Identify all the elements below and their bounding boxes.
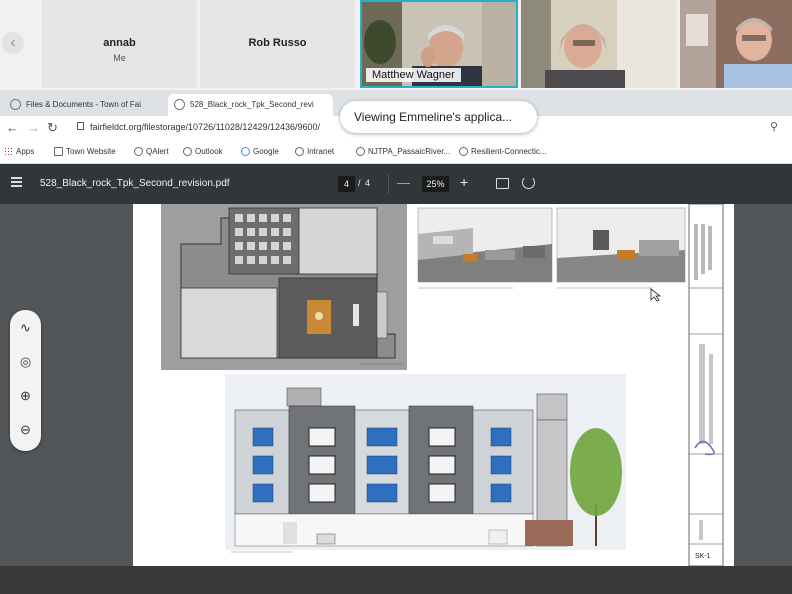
drawing-title-block: SK-1: [688, 204, 724, 566]
bookmark-label: Apps: [16, 147, 35, 156]
url-field[interactable]: fairfieldct.org/filestorage/10726/11028/…: [90, 122, 320, 132]
screen-share-indicator: Viewing Emmeline's applica...: [340, 101, 537, 133]
bookmark-label: Intranet: [307, 147, 335, 156]
participant-video-active-speaker[interactable]: Matthew Wagner: [360, 0, 518, 88]
bookmarks-bar: Apps Town Website QAlert Outlook Google …: [0, 140, 792, 164]
bookmark-google[interactable]: Google: [241, 147, 279, 156]
bookmark-outlook[interactable]: Outlook: [183, 147, 223, 156]
bookmark-apps[interactable]: Apps: [4, 147, 34, 156]
participant-name: Rob Russo: [248, 37, 307, 49]
pdf-page: SK-1: [133, 204, 734, 566]
zoom-level-input[interactable]: 25%: [422, 176, 449, 192]
page-separator: /: [358, 178, 361, 188]
bookmark-label: Google: [253, 147, 279, 156]
meeting-participant-strip: ‹ annab Me Rob Russo Matthew Wagner: [0, 0, 792, 90]
menu-icon[interactable]: [11, 177, 22, 187]
bookmark-label: Town Website: [66, 147, 116, 156]
active-speaker-caption: Matthew Wagner: [366, 68, 461, 82]
bookmark-label: Outlook: [195, 147, 223, 156]
previous-participants-button[interactable]: ‹: [2, 32, 24, 54]
site-icon: [356, 147, 365, 156]
zoom-in-icon[interactable]: ⊕: [10, 388, 41, 404]
back-arrow-icon[interactable]: ←: [6, 120, 19, 136]
tab-label: 528_Black_rock_Tpk_Second_revi: [190, 100, 314, 109]
apps-grid-icon: [4, 147, 13, 156]
participant-name: annab: [103, 37, 136, 49]
participant-subtitle: Me: [113, 53, 126, 63]
globe-icon: [174, 99, 185, 110]
site-icon: [459, 147, 468, 156]
lock-icon: [77, 122, 84, 130]
sheet-number: SK-1: [695, 553, 711, 560]
touch-icon[interactable]: ◎: [10, 354, 41, 370]
bookmark-intranet[interactable]: Intranet: [295, 147, 334, 156]
architectural-drawing-sheet: SK-1: [161, 204, 724, 566]
bookmark-label: Resilient-Connectic...: [471, 147, 547, 156]
video-frame: [521, 0, 677, 88]
zoom-magnifier-icon[interactable]: ⚲: [770, 120, 778, 133]
bookmark-label: QAlert: [146, 147, 169, 156]
mouse-cursor-icon: [650, 288, 662, 302]
tab-label: Files & Documents - Town of Fai: [26, 100, 142, 109]
fit-page-icon[interactable]: [496, 178, 509, 189]
pdf-filename: 528_Black_rock_Tpk_Second_revision.pdf: [40, 178, 230, 189]
video-frame: [680, 0, 792, 88]
site-icon: [295, 147, 304, 156]
globe-icon: [10, 99, 21, 110]
zoom-out-icon[interactable]: ⊖: [10, 422, 41, 438]
zoom-out-icon[interactable]: —: [397, 175, 410, 190]
chevron-left-icon: ‹: [10, 34, 16, 51]
forward-arrow-icon[interactable]: →: [27, 120, 40, 136]
rooftop-rendering-outdoor-kitchen: [417, 207, 553, 289]
bookmark-label: NJTPA_PassaicRiver...: [368, 147, 451, 156]
zoom-in-icon[interactable]: +: [460, 174, 468, 190]
rooftop-rendering-fireplace: [556, 207, 686, 289]
bottom-bar: [0, 566, 792, 594]
page-number-input[interactable]: 4: [338, 176, 355, 192]
browser-tab[interactable]: Files & Documents - Town of Fai: [4, 94, 164, 116]
participant-tile-annab[interactable]: annab Me: [42, 0, 197, 88]
participant-video[interactable]: [521, 0, 677, 88]
toolbar-divider: [388, 174, 389, 194]
bookmark-resilient[interactable]: Resilient-Connectic...: [459, 147, 547, 156]
participant-tile-rob-russo[interactable]: Rob Russo: [200, 0, 355, 88]
google-icon: [241, 147, 250, 156]
site-icon: [183, 147, 192, 156]
front-elevation-drawing: [225, 374, 626, 553]
annotation-palette: ∿ ◎ ⊕ ⊖: [10, 310, 41, 451]
browser-tab-active[interactable]: 528_Black_rock_Tpk_Second_revi: [168, 94, 333, 116]
pdf-viewport[interactable]: SK-1: [0, 204, 792, 566]
total-pages: 4: [365, 178, 371, 188]
bookmark-town-website[interactable]: Town Website: [54, 147, 116, 156]
pdf-toolbar: 528_Black_rock_Tpk_Second_revision.pdf 4…: [0, 164, 792, 204]
reload-icon[interactable]: ↻: [47, 120, 58, 136]
bookmark-njtpa[interactable]: NJTPA_PassaicRiver...: [356, 147, 450, 156]
rooftop-floor-plan: [161, 204, 407, 370]
participant-video[interactable]: [680, 0, 792, 88]
pen-icon[interactable]: ∿: [10, 320, 41, 336]
rotate-icon[interactable]: [522, 176, 535, 189]
folder-icon: [54, 147, 63, 156]
bookmark-qalert[interactable]: QAlert: [134, 147, 169, 156]
site-icon: [134, 147, 143, 156]
